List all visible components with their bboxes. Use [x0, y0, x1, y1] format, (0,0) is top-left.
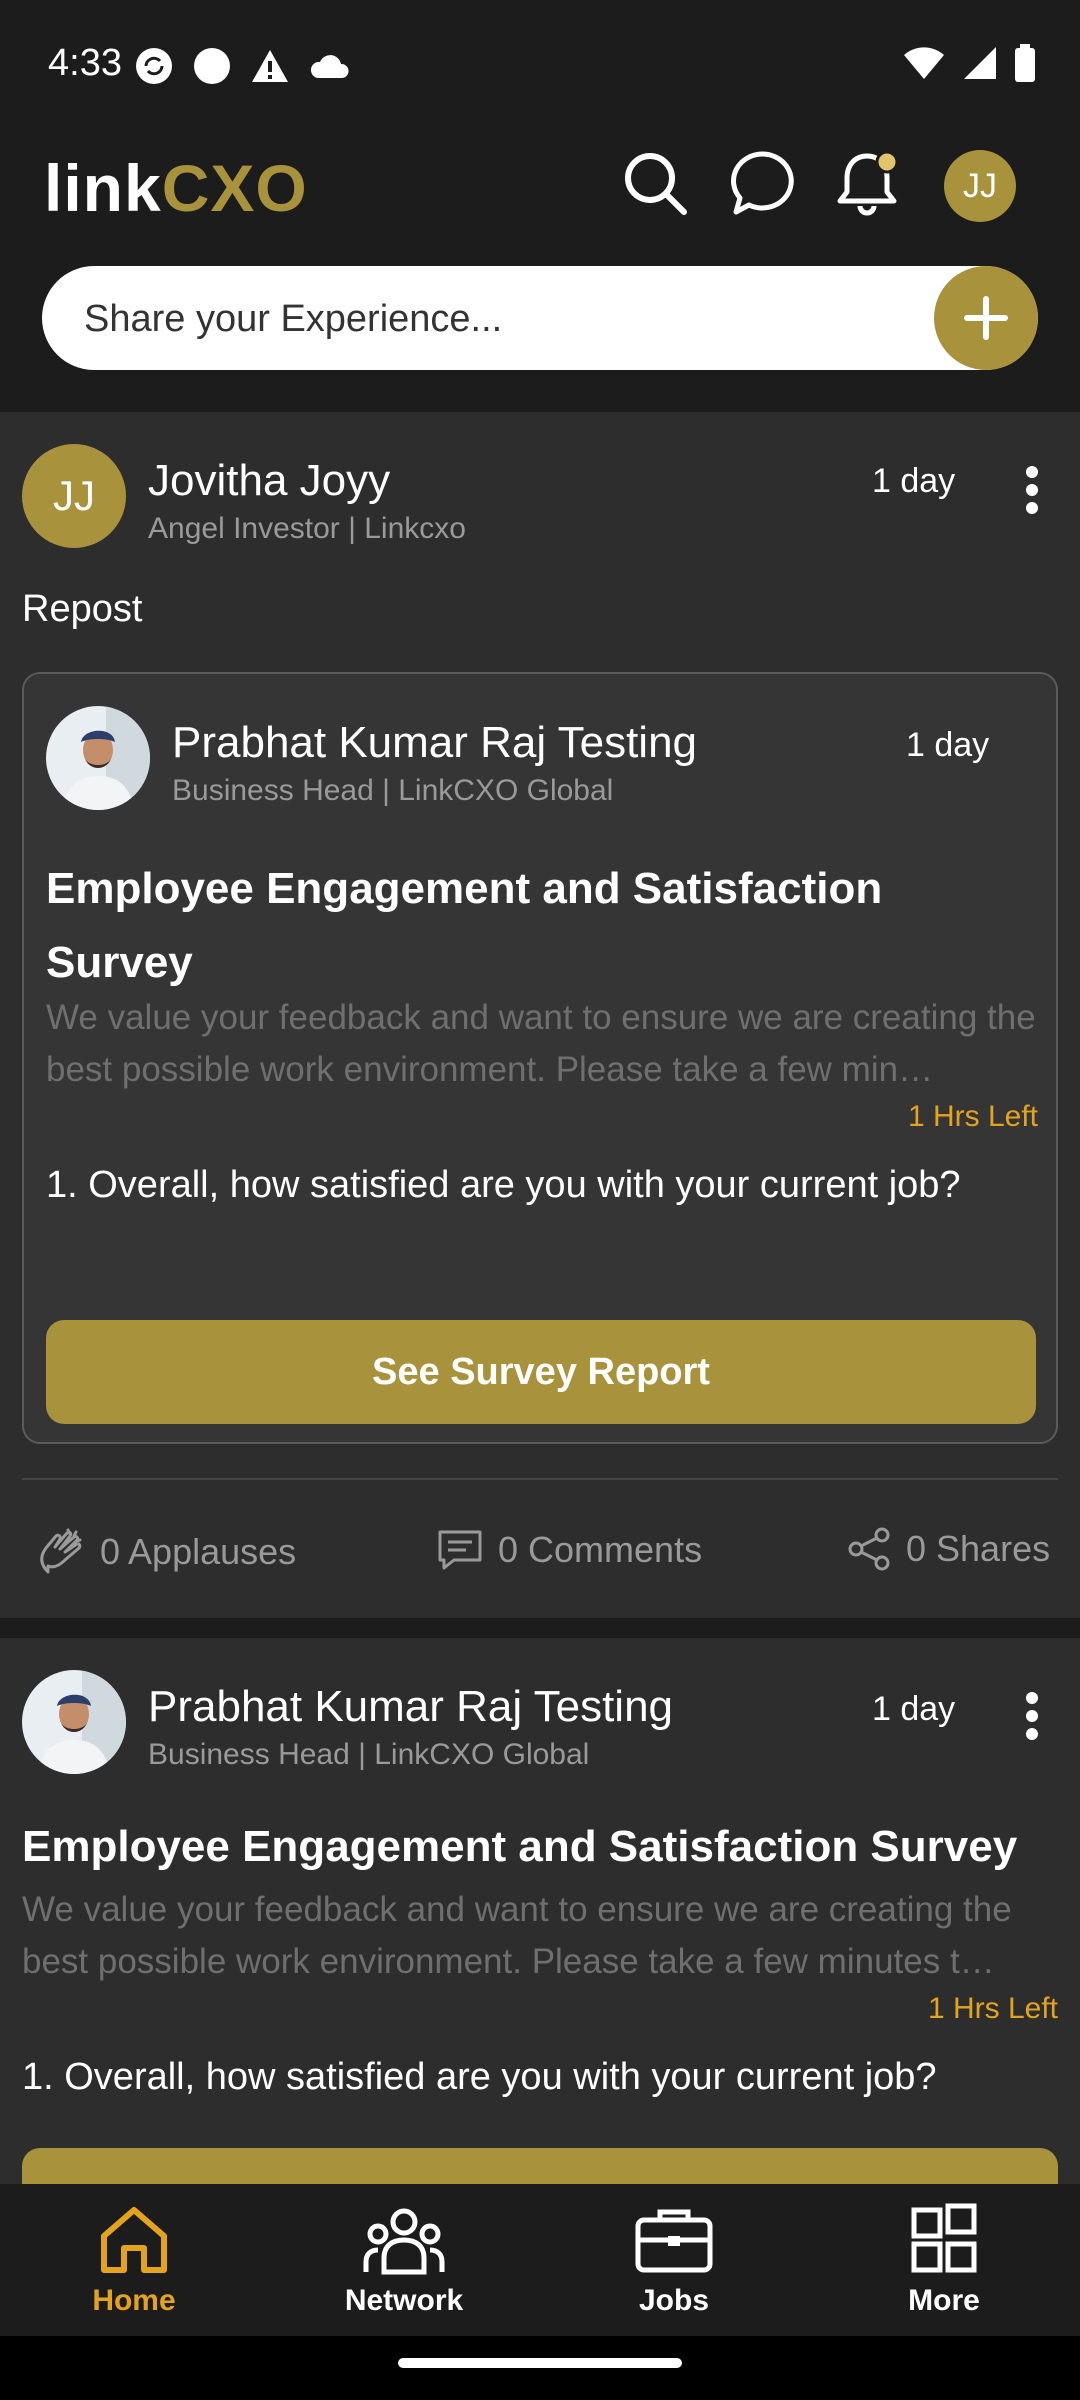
shares-count: 0 Shares — [906, 1528, 1051, 1569]
inner-author-avatar[interactable] — [46, 706, 150, 810]
grid-icon — [911, 2203, 977, 2273]
post2-more-options-icon[interactable] — [1012, 1686, 1052, 1746]
warning-icon — [252, 50, 288, 82]
plus-icon — [964, 296, 1008, 340]
briefcase-icon — [635, 2209, 713, 2273]
post2-author-name[interactable]: Prabhat Kumar Raj Testing — [148, 1682, 673, 1732]
post-time: 1 day — [872, 462, 956, 500]
add-post-button[interactable] — [934, 266, 1038, 370]
wifi-icon — [904, 47, 944, 79]
nav-network-label: Network — [344, 2284, 464, 2317]
applause-count: 0 Applauses — [100, 1531, 297, 1572]
status-notification-icons — [134, 46, 352, 86]
post2-author-subtitle: Business Head | LinkCXO Global — [148, 1738, 590, 1771]
survey-title: Employee Engagement and Satisfaction Sur… — [46, 864, 883, 987]
profile-avatar[interactable]: JJ — [944, 150, 1016, 222]
person-photo-icon — [22, 1670, 126, 1774]
post-more-options-icon[interactable] — [1012, 460, 1052, 520]
reposted-survey-card[interactable]: Prabhat Kumar Raj Testing Business Head … — [22, 672, 1058, 1444]
comments-count: 0 Comments — [498, 1529, 703, 1570]
gesture-area — [0, 2336, 1080, 2400]
post2-survey-title: Employee Engagement and Satisfaction Sur… — [22, 1822, 1018, 1871]
inner-author-subtitle: Business Head | LinkCXO Global — [172, 774, 614, 807]
signal-icon — [964, 47, 996, 79]
post2-survey-description: We value your feedback and want to ensur… — [22, 1890, 1012, 1981]
inner-author-name[interactable]: Prabhat Kumar Raj Testing — [172, 718, 697, 768]
home-icon — [101, 2207, 167, 2273]
comments-button[interactable]: 0 Comments — [436, 1526, 702, 1574]
circle-icon — [194, 48, 230, 84]
nav-more-label: More — [908, 2284, 980, 2317]
status-bar: 4:33 — [0, 0, 1080, 130]
post2-author-avatar[interactable] — [22, 1670, 126, 1774]
survey-question: 1. Overall, how satisfied are you with y… — [46, 1164, 961, 1206]
applause-icon — [40, 1528, 82, 1574]
status-system-icons — [902, 44, 1036, 82]
nav-home-label: Home — [92, 2284, 176, 2317]
nav-jobs-label: Jobs — [638, 2284, 710, 2317]
nav-home[interactable]: Home — [34, 2200, 234, 2318]
share-placeholder: Share your Experience... — [84, 298, 503, 340]
comment-icon — [438, 1530, 482, 1570]
post-author-subtitle: Angel Investor | Linkcxo — [148, 512, 466, 545]
notification-bell-icon[interactable] — [832, 148, 902, 218]
post2-survey-question: 1. Overall, how satisfied are you with y… — [22, 2056, 937, 2098]
sync-icon — [136, 48, 172, 84]
person-photo-icon — [46, 706, 150, 810]
bottom-navigation: Home Network Jobs More — [0, 2184, 1080, 2336]
post-author-name[interactable]: Jovitha Joyy — [148, 456, 390, 506]
share-icon — [848, 1527, 890, 1571]
share-experience-input[interactable]: Share your Experience... — [42, 266, 1038, 370]
network-icon — [363, 2208, 445, 2275]
battery-icon — [1015, 44, 1035, 82]
nav-jobs[interactable]: Jobs — [574, 2200, 774, 2318]
applause-button[interactable]: 0 Applauses — [34, 1526, 296, 1578]
post-actions: 0 Applauses 0 Comments 0 Shares — [0, 1518, 1080, 1584]
inner-post-time: 1 day — [906, 726, 990, 764]
status-time: 4:33 — [48, 42, 122, 84]
shares-button[interactable]: 0 Shares — [846, 1526, 1050, 1572]
see-survey-report-button[interactable]: See Survey Report — [46, 1320, 1036, 1424]
cloud-icon — [310, 55, 349, 78]
chat-icon[interactable] — [728, 148, 798, 218]
repost-label: Repost — [22, 588, 143, 630]
divider — [22, 1478, 1058, 1480]
post2-time-left-badge: 1 Hrs Left — [927, 1992, 1058, 2025]
time-left-badge: 1 Hrs Left — [907, 1100, 1038, 1133]
linkcxo-logo: linkCXO — [44, 151, 308, 225]
home-gesture-bar[interactable] — [398, 2358, 682, 2368]
search-icon[interactable] — [620, 148, 690, 218]
nav-network[interactable]: Network — [304, 2200, 504, 2318]
post2-time: 1 day — [872, 1690, 956, 1728]
post-author-avatar[interactable]: JJ — [22, 444, 126, 548]
nav-more[interactable]: More — [844, 2200, 1044, 2318]
survey-description: We value your feedback and want to ensur… — [46, 998, 1036, 1089]
